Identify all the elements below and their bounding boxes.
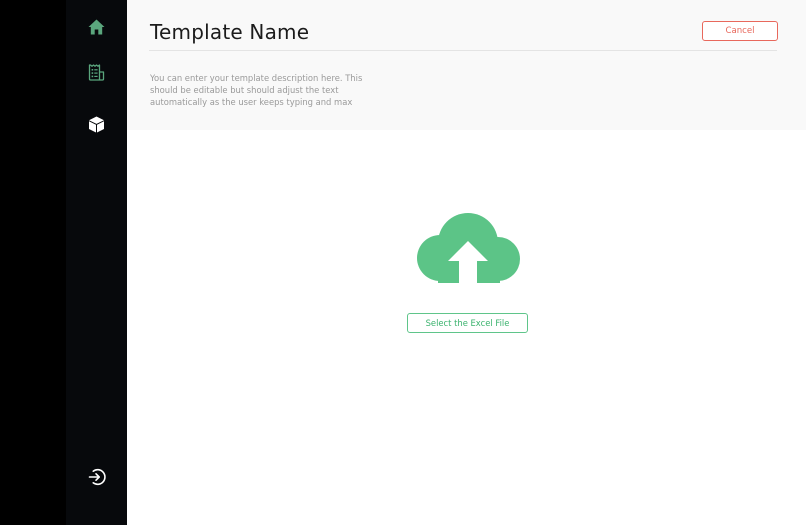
- sidebar-item-home[interactable]: [66, 12, 127, 42]
- home-icon: [88, 19, 105, 35]
- left-edge-background: [0, 0, 66, 525]
- template-name-title[interactable]: Template Name: [150, 20, 309, 44]
- select-excel-file-button[interactable]: Select the Excel File: [407, 313, 528, 333]
- sidebar-item-receipt[interactable]: [66, 57, 127, 87]
- logout-icon: [88, 468, 106, 486]
- cloud-upload-icon: [417, 213, 520, 284]
- sidebar-item-products[interactable]: [66, 109, 127, 139]
- template-header: Template Name Cancel You can enter your …: [127, 0, 806, 130]
- cancel-button[interactable]: Cancel: [702, 21, 778, 41]
- receipt-icon: [88, 63, 105, 81]
- sidebar: [66, 0, 127, 525]
- logout-button[interactable]: [66, 462, 127, 492]
- header-divider: [149, 50, 777, 51]
- template-description[interactable]: You can enter your template description …: [150, 72, 375, 108]
- cube-icon: [89, 116, 104, 132]
